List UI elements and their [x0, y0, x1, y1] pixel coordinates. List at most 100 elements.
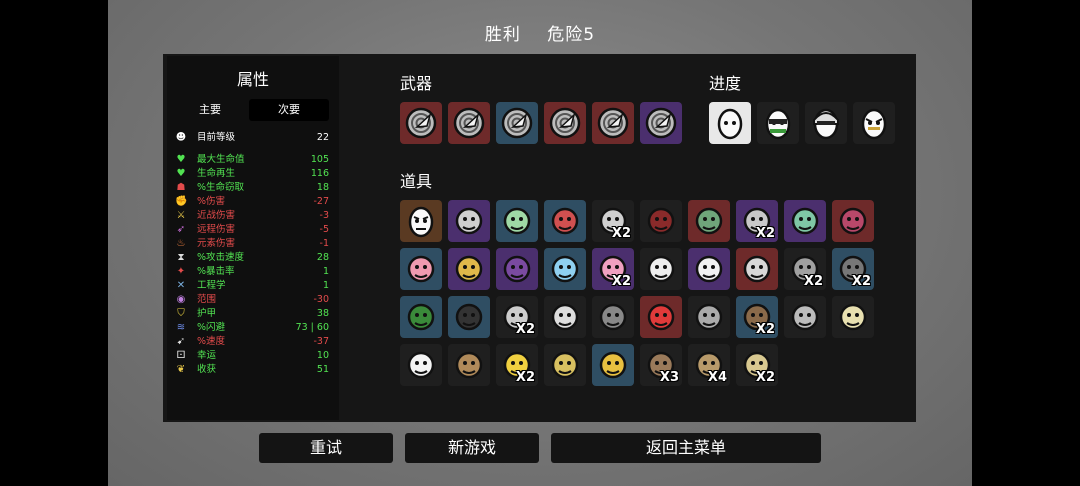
- slot-feather-item[interactable]: X4: [688, 344, 730, 386]
- slot-cannon-item[interactable]: X2: [784, 248, 826, 290]
- slot-machine-item[interactable]: [400, 296, 442, 338]
- quantity-badge: X2: [803, 274, 823, 289]
- boot-icon: ➹: [176, 336, 186, 347]
- slot-ghost-item[interactable]: [544, 296, 586, 338]
- stat-label: 最大生命值: [197, 154, 245, 165]
- stat-row[interactable]: ≋ %闪避 73 | 60: [175, 321, 331, 335]
- slot-spiral-shell-weapon[interactable]: [496, 102, 538, 144]
- fang-icon: ☗: [176, 182, 186, 193]
- slot-pod-item[interactable]: [688, 200, 730, 242]
- stat-label: 元素伤害: [197, 238, 236, 249]
- slot-spiral-shell-weapon[interactable]: [544, 102, 586, 144]
- stat-label: %攻击速度: [197, 252, 245, 263]
- slot-egg-helmet[interactable]: [805, 102, 847, 144]
- slot-tiki-item[interactable]: [592, 296, 634, 338]
- slot-map-item[interactable]: X2: [736, 344, 778, 386]
- stat-label: 收获: [197, 364, 217, 375]
- slot-spiral-shell-weapon[interactable]: [448, 102, 490, 144]
- slot-cloak-item[interactable]: [640, 200, 682, 242]
- retry-button[interactable]: 重试: [259, 433, 393, 463]
- stat-row[interactable]: ➶ 远程伤害 -5: [175, 223, 331, 237]
- tab-primary[interactable]: 主要: [170, 99, 250, 121]
- slot-necklace-item[interactable]: [592, 344, 634, 386]
- slot-egg-face-item[interactable]: [400, 200, 442, 242]
- stat-row[interactable]: ➹ %速度 -37: [175, 335, 331, 349]
- stat-row[interactable]: ♥ 最大生命值 105: [175, 153, 331, 167]
- slot-claw-item[interactable]: [544, 200, 586, 242]
- stat-row[interactable]: ✕ 工程学 1: [175, 279, 331, 293]
- slot-crown-item[interactable]: [448, 248, 490, 290]
- slot-lizard-item[interactable]: [832, 296, 874, 338]
- slot-wave-item[interactable]: [784, 296, 826, 338]
- slot-helmet-item[interactable]: [688, 296, 730, 338]
- stat-value: 38: [316, 308, 329, 319]
- flame-icon: ♨: [176, 238, 186, 249]
- quantity-badge: X2: [755, 226, 775, 241]
- items-title: 道具: [400, 172, 433, 191]
- stat-row[interactable]: ⚀ 幸运 10: [175, 349, 331, 363]
- heart-icon: ♥: [176, 154, 186, 165]
- slot-horn-item[interactable]: X2: [832, 248, 874, 290]
- slot-spiral-shell-weapon[interactable]: [400, 102, 442, 144]
- tab-secondary[interactable]: 次要: [249, 99, 329, 121]
- stat-row[interactable]: ✊ %伤害 -27: [175, 195, 331, 209]
- stat-label: %生命窃取: [197, 182, 245, 193]
- slot-bag-item[interactable]: [496, 248, 538, 290]
- slot-scythe-item[interactable]: X2: [496, 296, 538, 338]
- alien-item-icon: [791, 207, 819, 235]
- slot-spiral-shell-weapon[interactable]: [592, 102, 634, 144]
- new-game-button[interactable]: 新游戏: [405, 433, 539, 463]
- slot-alien-item[interactable]: [784, 200, 826, 242]
- spiral-shell-weapon-icon: [501, 107, 533, 139]
- stat-row[interactable]: ♥ 生命再生 116: [175, 167, 331, 181]
- cup-item-icon: [407, 351, 435, 379]
- slot-egg-character[interactable]: [709, 102, 751, 144]
- slot-spiral-shell-weapon[interactable]: [640, 102, 682, 144]
- quantity-badge: X2: [611, 226, 631, 241]
- slot-egg-angry[interactable]: [853, 102, 895, 144]
- slot-bee-item[interactable]: X2: [496, 344, 538, 386]
- stat-label: %伤害: [197, 196, 226, 207]
- slot-pouch-item[interactable]: X3: [640, 344, 682, 386]
- stat-row[interactable]: ⛉ 护甲 38: [175, 307, 331, 321]
- stat-row[interactable]: ⚔ 近战伤害 -3: [175, 209, 331, 223]
- stat-row[interactable]: ✦ %暴击率 1: [175, 265, 331, 279]
- stat-row[interactable]: ♨ 元素伤害 -1: [175, 237, 331, 251]
- stat-value: 10: [316, 350, 329, 361]
- main-menu-button[interactable]: 返回主菜单: [551, 433, 821, 463]
- slot-bottle-item[interactable]: X2: [736, 200, 778, 242]
- slot-compass-item[interactable]: [736, 248, 778, 290]
- stat-row[interactable]: ☗ %生命窃取 18: [175, 181, 331, 195]
- slot-egg-sunglasses[interactable]: [757, 102, 799, 144]
- stat-value: 105: [310, 154, 329, 165]
- slot-coin-item[interactable]: [544, 344, 586, 386]
- slot-blood-item[interactable]: [640, 296, 682, 338]
- slot-rock-item[interactable]: [448, 296, 490, 338]
- egg-angry-icon: [861, 108, 887, 140]
- slot-boots-item[interactable]: X2: [736, 296, 778, 338]
- stat-row[interactable]: ⧗ %攻击速度 28: [175, 251, 331, 265]
- slot-robot-item[interactable]: [448, 200, 490, 242]
- stat-label: %速度: [197, 336, 226, 347]
- slot-pig-item[interactable]: [400, 248, 442, 290]
- slot-fang-item[interactable]: [640, 248, 682, 290]
- stat-value: 51: [316, 364, 329, 375]
- claw-item-icon: [551, 207, 579, 235]
- slot-cup-item[interactable]: [400, 344, 442, 386]
- egg-helmet-icon: [813, 108, 839, 140]
- shield-icon: ⛉: [177, 308, 185, 319]
- slot-butterfly-item[interactable]: [544, 248, 586, 290]
- quantity-badge: X2: [515, 370, 535, 385]
- level-icon: ☻: [175, 132, 187, 143]
- slot-candy-item[interactable]: X2: [592, 248, 634, 290]
- stat-row[interactable]: ❦ 收获 51: [175, 363, 331, 377]
- stat-row[interactable]: ◉ 范围 -30: [175, 293, 331, 307]
- slot-turret-item[interactable]: X2: [592, 200, 634, 242]
- beard-item-icon: [695, 255, 723, 283]
- stat-row[interactable]: ☻ 目前等级 22: [175, 131, 331, 145]
- slot-medic-robot-item[interactable]: [496, 200, 538, 242]
- slot-beard-item[interactable]: [688, 248, 730, 290]
- slot-chest-item[interactable]: [832, 200, 874, 242]
- slot-monkey-item[interactable]: [448, 344, 490, 386]
- stat-label: 工程学: [197, 280, 226, 291]
